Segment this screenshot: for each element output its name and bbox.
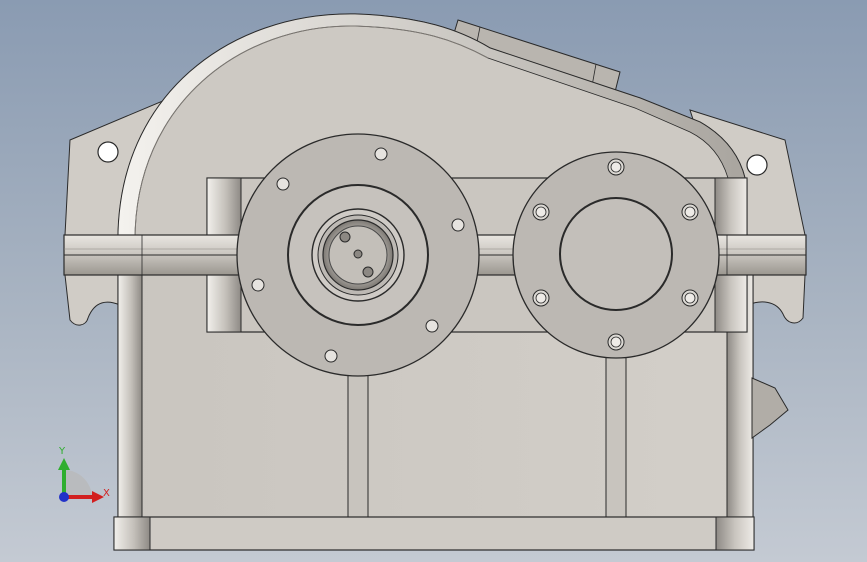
graphics-viewport[interactable]: Y X <box>0 0 867 562</box>
view-orientation-triad[interactable]: Y X <box>58 446 110 503</box>
input-bearing-cap[interactable] <box>236 133 480 377</box>
y-axis-label: Y <box>58 446 66 457</box>
x-axis-label: X <box>103 488 110 499</box>
reinforcing-rib <box>347 359 369 518</box>
output-bearing-cap[interactable] <box>512 151 720 359</box>
y-axis-arrow-icon <box>58 458 70 470</box>
z-axis-dot-icon <box>59 492 69 502</box>
lug-hole <box>97 141 119 163</box>
oil-drain-boss[interactable] <box>751 377 789 439</box>
input-shaft[interactable] <box>322 219 394 291</box>
lug-hole <box>746 154 768 176</box>
reinforcing-rib <box>605 354 627 518</box>
base-plate[interactable] <box>113 516 755 551</box>
gearbox-3d-model[interactable]: Y X <box>0 0 867 562</box>
